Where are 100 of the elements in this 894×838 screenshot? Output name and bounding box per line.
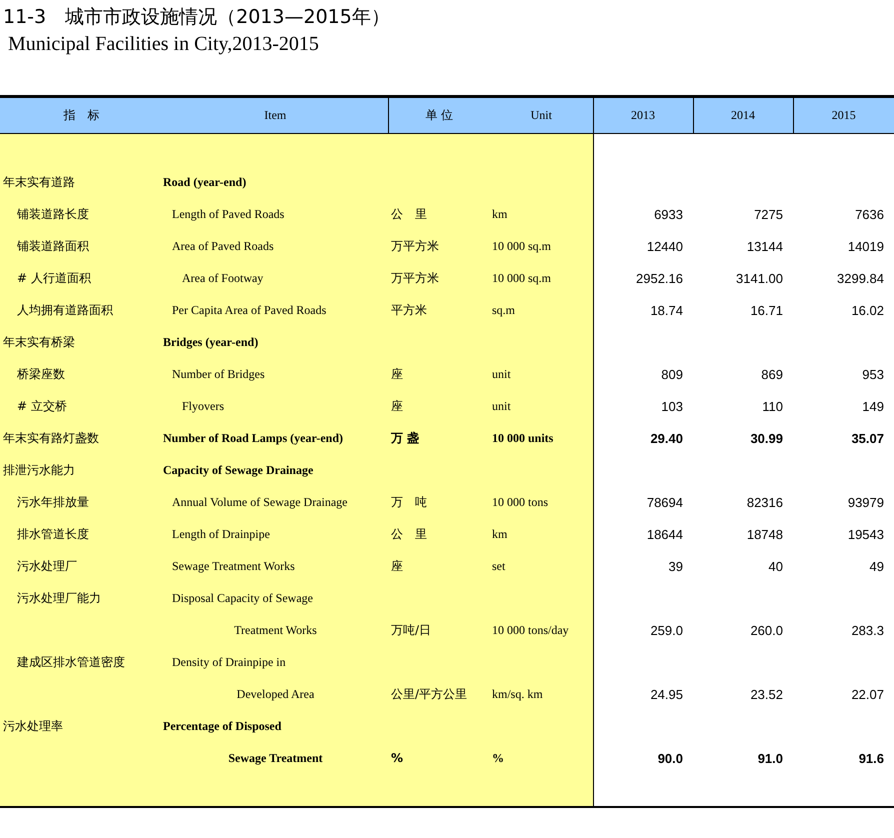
table-cell: 铺装道路长度: [0, 198, 163, 230]
table-cell: 万平方米: [388, 262, 490, 294]
table-cell: sq.m: [490, 294, 593, 326]
table-cell-text: 91.0: [756, 750, 784, 768]
table-cell: Sewage Treatment: [163, 742, 388, 774]
table-cell: 座: [388, 390, 490, 422]
table-cell: 78694: [593, 486, 693, 518]
table-cell-text: 40: [768, 558, 784, 576]
table-cell: 12440: [593, 230, 693, 262]
table-cell: 污水处理率: [0, 710, 163, 742]
table-cell-text: 3299.84: [836, 270, 885, 288]
table-cell: 建成区排水管道密度: [0, 646, 163, 678]
column-header: 指 标: [0, 96, 163, 134]
table-cell: 103: [593, 390, 693, 422]
column-header: 2013: [593, 96, 693, 134]
table-cell: Number of Bridges: [163, 358, 388, 390]
table-subtitle: Municipal Facilities in City,2013-2015: [7, 32, 320, 57]
table-cell: # 立交桥: [0, 390, 163, 422]
table-cell-text: 22.07: [850, 686, 885, 704]
table-cell-text: 869: [760, 366, 784, 384]
table-cell-text: 82316: [746, 494, 784, 512]
table-cell: 万吨/日: [388, 614, 490, 646]
table-cell: 18.74: [593, 294, 693, 326]
table-cell: Density of Drainpipe in: [163, 646, 388, 678]
table-cell: 10 000 sq.m: [490, 230, 593, 262]
table-cell: 平方米: [388, 294, 490, 326]
table-cell: 座: [388, 358, 490, 390]
table-cell: 人均拥有道路面积: [0, 294, 163, 326]
table-cell-text: 283.3: [850, 622, 885, 640]
table-cell: 809: [593, 358, 693, 390]
table-cell: 污水处理厂: [0, 550, 163, 582]
table-cell: Per Capita Area of Paved Roads: [163, 294, 388, 326]
table-cell-text: 16.02: [850, 302, 885, 320]
table-cell: Percentage of Disposed: [163, 710, 388, 742]
table-cell: 排泄污水能力: [0, 454, 163, 486]
table-cell: 年末实有路灯盏数: [0, 422, 163, 454]
table-cell: Area of Paved Roads: [163, 230, 388, 262]
table-cell: Length of Paved Roads: [163, 198, 388, 230]
table-cell-text: 14019: [846, 238, 885, 256]
table-cell: Flyovers: [163, 390, 388, 422]
table-cell-text: 149: [861, 398, 885, 416]
table-cell-text: 49: [868, 558, 885, 576]
table-cell: 万平方米: [388, 230, 490, 262]
table-cell-text: 35.07: [850, 430, 885, 448]
table-cell: Bridges (year-end): [163, 326, 388, 358]
table-cell: 年末实有道路: [0, 166, 163, 198]
table-cell: 90.0: [593, 742, 693, 774]
table-cell: Disposal Capacity of Sewage: [163, 582, 388, 614]
table-cell: Length of Drainpipe: [163, 518, 388, 550]
table-cell: 桥梁座数: [0, 358, 163, 390]
table-cell: 公 里: [388, 518, 490, 550]
table-cell-text: 953: [861, 366, 885, 384]
table-cell: Number of Road Lamps (year-end): [163, 422, 388, 454]
table-cell: 万 盏: [388, 422, 490, 454]
table-cell: 公里/平方公里: [388, 678, 490, 710]
table-cell: km: [490, 198, 593, 230]
table-cell-text: 91.6: [858, 750, 885, 768]
column-header: 单 位: [388, 96, 490, 134]
table-cell-text: 93979: [846, 494, 885, 512]
table-cell: Annual Volume of Sewage Drainage: [163, 486, 388, 518]
table-cell: %: [388, 742, 490, 774]
table-cell-text: 16.71: [749, 302, 784, 320]
table-cell: 10 000 units: [490, 422, 593, 454]
table-cell: # 人行道面积: [0, 262, 163, 294]
table-cell-text: 7636: [854, 206, 885, 224]
table-cell: km/sq. km: [490, 678, 593, 710]
table-cell: 污水处理厂能力: [0, 582, 163, 614]
table-cell: 年末实有桥梁: [0, 326, 163, 358]
table-cell: Road (year-end): [163, 166, 388, 198]
table-title: 11-3 城市市政设施情况（2013—2015年）: [2, 5, 391, 29]
table-cell: 铺装道路面积: [0, 230, 163, 262]
column-header: Item: [163, 96, 388, 134]
table-cell-text: 19543: [846, 526, 885, 544]
table-cell-text: 30.99: [749, 430, 784, 448]
table-cell-text: 13144: [746, 238, 784, 256]
table-cell: 万 吨: [388, 486, 490, 518]
table-cell: 18644: [593, 518, 693, 550]
table-cell: Treatment Works: [163, 614, 388, 646]
table-cell: Developed Area: [163, 678, 388, 710]
table-cell-text: 260.0: [749, 622, 784, 640]
table-cell: 10 000 sq.m: [490, 262, 593, 294]
table-cell: 2952.16: [593, 262, 693, 294]
table-cell: 座: [388, 550, 490, 582]
table-cell-text: 18748: [746, 526, 784, 544]
table-cell: 24.95: [593, 678, 693, 710]
column-header: 2014: [693, 96, 793, 134]
table-cell: 29.40: [593, 422, 693, 454]
column-header: 2015: [793, 96, 894, 134]
table-cell: 39: [593, 550, 693, 582]
table-cell-text: 7275: [753, 206, 784, 224]
table-cell: unit: [490, 390, 593, 422]
table-cell: 公 里: [388, 198, 490, 230]
table-cell: 10 000 tons: [490, 486, 593, 518]
table-cell: 6933: [593, 198, 693, 230]
table-cell-text: 3141.00: [735, 270, 784, 288]
table-cell: Area of Footway: [163, 262, 388, 294]
table-cell: 排水管道长度: [0, 518, 163, 550]
table-cell-text: 23.52: [749, 686, 784, 704]
table-cell: 259.0: [593, 614, 693, 646]
table-cell: %: [490, 742, 593, 774]
